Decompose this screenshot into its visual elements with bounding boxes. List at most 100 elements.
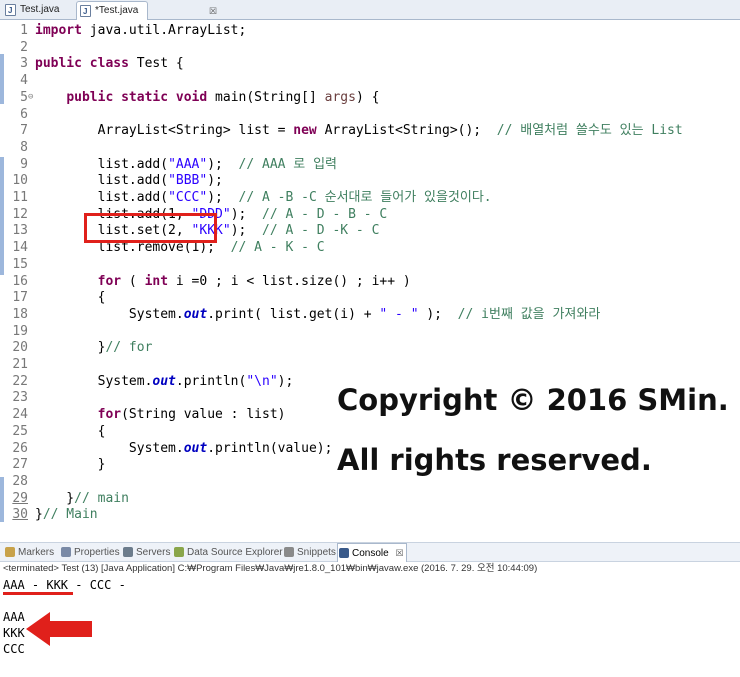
line-number: 28 [12,473,28,489]
line-number: 5 [20,89,28,105]
line-number: 12 [12,206,28,222]
console-view[interactable]: <terminated> Test (13) [Java Application… [0,562,740,677]
line-number: 1 [20,23,28,38]
servers-icon [123,547,133,557]
code-text: } [35,457,106,473]
tab-properties[interactable]: Properties [60,543,120,562]
code-text: for ( int i =0 ; i < list.size() ; i++ ) [97,273,411,289]
code-line[interactable]: 7 ArrayList<String> list = new ArrayList… [0,122,740,139]
line-number: 14 [12,240,28,256]
line-number: 3 [20,56,28,72]
line-number: 13 [12,223,28,239]
line-number: 25 [12,423,28,439]
console-icon [339,548,349,558]
tab-label: Markers [18,547,55,558]
code-text: list.add("CCC"); // A -B -C 순서대로 들어가 있을것… [35,190,492,205]
code-line[interactable]: 18 System.out.print( list.get(i) + " - "… [0,306,740,323]
tab-markers[interactable]: Markers [4,543,54,562]
code-line[interactable]: 15 [0,256,740,273]
line-number: 15 [12,256,28,272]
code-text: }// main [35,490,129,506]
code-text: { [35,423,106,439]
code-text: import java.util.ArrayList; [35,23,247,38]
code-line[interactable]: 25 { [0,423,740,440]
red-underline-marker [3,592,73,595]
java-file-icon [5,2,16,20]
line-number: 22 [12,373,28,389]
highlight-box-remove-call [84,213,217,243]
close-icon[interactable]: ☒ [209,2,217,20]
data-source-icon [174,547,184,557]
code-line[interactable]: 9 list.add("AAA"); // AAA 로 입력 [0,156,740,173]
line-number: 20 [12,340,28,356]
line-number: 11 [12,190,28,205]
line-number: 18 [12,306,28,322]
java-file-icon [80,3,91,21]
tab-snippets[interactable]: Snippets [283,543,336,562]
code-line[interactable]: 2 [0,39,740,56]
line-number: 6 [20,106,28,122]
tab-label: Test.java [20,4,60,15]
code-text: for(String value : list) [97,407,286,423]
tab-label: Snippets [297,547,336,558]
code-line[interactable]: 8 [0,139,740,156]
tab-label: *Test.java [95,5,139,16]
line-number: 24 [12,407,28,423]
tab-test-java-modified[interactable]: *Test.java ☒ [76,1,217,21]
tab-test-java[interactable]: Test.java [2,1,68,20]
line-number: 2 [20,39,28,55]
code-line[interactable]: 19 [0,323,740,340]
line-number: 27 [12,457,28,473]
code-line[interactable]: 21 [0,356,740,373]
tab-console[interactable]: Console ☒ [337,543,407,562]
code-line[interactable]: 3 public class Test { [0,55,740,72]
line-number: 7 [20,123,28,139]
code-line[interactable]: 5 ⊖ public static void main(String[] args… [0,89,740,106]
tab-label: Servers [136,547,171,558]
console-output-line: CCC [3,642,25,656]
console-output-line: AAA - KKK - CCC - [3,578,126,592]
line-number: 23 [12,390,28,406]
line-number: 30 [12,507,28,523]
tab-label: Data Source Explorer [187,547,283,558]
code-line[interactable]: 20 }// for [0,339,740,356]
tab-data-source-explorer[interactable]: Data Source Explorer [173,543,283,562]
line-number: 8 [20,139,28,155]
properties-icon [61,547,71,557]
code-text: ArrayList<String> list = new ArrayList<S… [35,123,683,139]
close-icon[interactable]: ☒ [395,548,403,558]
red-arrow-icon [26,612,92,646]
line-number: 26 [12,440,28,456]
copyright-line-2: All rights reserved. [337,443,652,477]
copyright-line-1: Copyright © 2016 SMin. [337,383,729,417]
code-line[interactable]: 6 [0,106,740,123]
code-line[interactable]: 11 list.add("CCC"); // A -B -C 순서대로 들어가 … [0,189,740,206]
code-text: }// Main [35,507,98,523]
code-line[interactable]: 17 { [0,289,740,306]
panel-tab-bar: Markers Properties Servers Data Source E… [0,542,740,562]
code-line[interactable]: 4 [0,72,740,89]
code-text: public static void main(String[] args) { [66,89,380,105]
line-number: 19 [12,323,28,339]
line-number: 16 [12,273,28,289]
code-text: System.out.println(value); [35,440,333,456]
line-number: 21 [12,357,28,372]
line-number: 10 [12,173,28,189]
line-number: 29 [12,490,28,506]
tab-servers[interactable]: Servers [122,543,170,562]
code-line[interactable]: 10 list.add("BBB"); [0,172,740,189]
code-line[interactable]: 1 import java.util.ArrayList; [0,22,740,39]
code-line[interactable]: 29 }// main [0,490,740,507]
snippets-icon [284,547,294,557]
code-line[interactable]: 16 for ( int i =0 ; i < list.size() ; i+… [0,273,740,290]
tab-label: Properties [74,547,120,558]
code-text: System.out.print( list.get(i) + " - " );… [35,306,601,322]
markers-icon [5,547,15,557]
code-text: list.add("AAA"); // AAA 로 입력 [35,156,338,172]
line-number: 4 [20,73,28,89]
code-text: public class Test { [35,56,184,72]
fold-toggle-icon[interactable]: ⊖ [28,89,33,106]
tab-label: Console [352,548,389,559]
code-line[interactable]: 30 }// Main [0,506,740,523]
line-number: 17 [12,290,28,306]
